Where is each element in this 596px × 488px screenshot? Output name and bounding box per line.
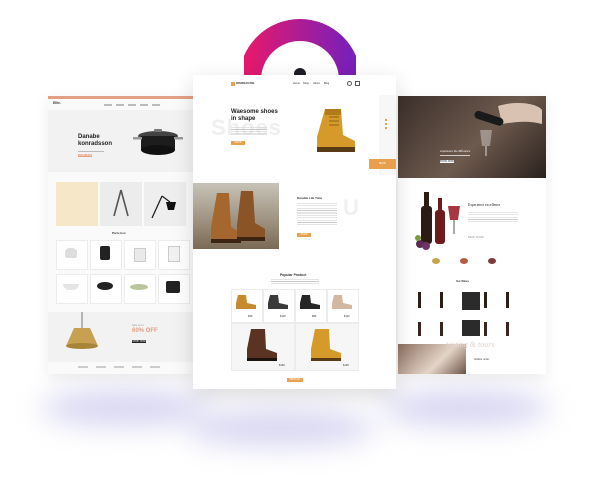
right-hero-caption: experience the difference (440, 149, 471, 153)
right-hero-button[interactable]: BOOK NOW (440, 160, 454, 163)
hero-title-line1: Danabe (78, 134, 100, 140)
pitcher-shape (100, 246, 110, 260)
product-boot-1 (236, 295, 256, 309)
feature-bg-letter: U (343, 195, 359, 220)
center-logo[interactable]: WAREHOUSE (236, 82, 254, 85)
hero-desc-line (78, 151, 104, 152)
center-hero-line1: Waesome shoes (231, 109, 278, 115)
pan-shape (97, 282, 113, 290)
center-hero-desc (231, 127, 267, 135)
right-hero-underline (440, 155, 470, 156)
wine-card-dark[interactable] (462, 292, 480, 310)
sale-pretext: Sale up to (132, 324, 144, 327)
food-icon-1 (432, 258, 440, 264)
view-all-button[interactable]: VIEW ALL (287, 378, 303, 382)
product-price-1: $99 (248, 315, 253, 318)
plate-shape (130, 284, 148, 290)
sale-button[interactable]: SHOP NOW (132, 340, 146, 343)
food-icon-3 (488, 258, 496, 264)
right-story-button[interactable]: READ MORE (468, 236, 484, 239)
center-hero-title: Waesome shoes in shape (231, 109, 278, 123)
product-boot-6 (311, 329, 341, 361)
shadow-right (380, 390, 550, 426)
shadow-left (40, 390, 210, 426)
lamp-image (151, 195, 176, 219)
feature-title: Durable Life Time (297, 196, 323, 200)
left-page-preview: Ellie. Danabe konradsson SHOP NOW Parts … (48, 96, 194, 374)
story-text (468, 212, 518, 222)
left-hero-button[interactable]: SHOP NOW (78, 154, 92, 157)
right-shop-title: Our Wines (456, 280, 469, 283)
left-nav (104, 104, 164, 106)
product-boot-2 (268, 295, 288, 309)
product-price-5: $150 (279, 364, 285, 367)
category-card-1[interactable] (56, 182, 98, 226)
feature-boots-image (211, 191, 265, 243)
right-page-preview: experience the difference BOOK NOW Exper… (398, 96, 546, 374)
search-icon[interactable] (347, 81, 352, 86)
center-nav-home[interactable]: Home (293, 82, 300, 85)
center-page-preview: WAREHOUSE Home Shop About Blog Shoes Wae… (193, 75, 396, 389)
sale-percent: 60% OFF (132, 328, 158, 334)
product-price-6: $135 (343, 364, 349, 367)
wine-card-dark-2[interactable] (462, 320, 480, 336)
center-logo-mark (231, 82, 235, 86)
pendant-lamp-image (66, 312, 98, 349)
center-nav-blog[interactable]: Blog (324, 82, 329, 85)
product-price-2: $120 (280, 315, 286, 318)
center-side-button[interactable]: SHOP (369, 159, 396, 169)
center-nav-shop[interactable]: Shop (303, 82, 309, 85)
cart-icon[interactable] (355, 81, 360, 86)
center-hero-line2: in shape (231, 116, 256, 122)
grill-shape (166, 281, 180, 293)
hero-slider-dots[interactable] (385, 119, 387, 129)
feature-button[interactable]: SHOP NOW (297, 233, 311, 240)
left-hero-title: Danabe konradsson (78, 134, 112, 148)
hero-boot-image (317, 109, 355, 152)
shadow-center (185, 410, 375, 446)
product-price-4: $110 (344, 315, 350, 318)
product-price-3: $89 (312, 315, 317, 318)
feature-text (297, 203, 337, 225)
center-hero-button[interactable]: SHOP NOW (231, 141, 245, 148)
hero-title-line2: konradsson (78, 141, 113, 147)
tongs-image (113, 189, 129, 217)
jar-shape (168, 246, 180, 262)
mug-shape (134, 248, 146, 262)
center-nav-about[interactable]: About (313, 82, 320, 85)
popular-desc (271, 279, 319, 285)
product-boot-3 (300, 295, 320, 309)
kettle-shape (65, 248, 77, 258)
brand-logos-row (78, 366, 168, 368)
product-boot-4 (332, 295, 352, 309)
wine-bottles-image (415, 192, 460, 250)
food-icon-2 (460, 258, 468, 264)
wine-pour-image (474, 103, 542, 156)
popular-title: Popular Product (280, 273, 307, 277)
top-accent-bar (48, 96, 194, 99)
right-script-text: tasting & tours (446, 340, 495, 349)
cooking-pot-image (133, 129, 183, 155)
right-story-title: Experience excellence (468, 203, 501, 207)
left-section-title: Parts box (112, 231, 126, 235)
product-boot-5 (247, 329, 277, 361)
right-script-sub: Online order (474, 357, 490, 361)
left-logo[interactable]: Ellie. (53, 101, 61, 105)
